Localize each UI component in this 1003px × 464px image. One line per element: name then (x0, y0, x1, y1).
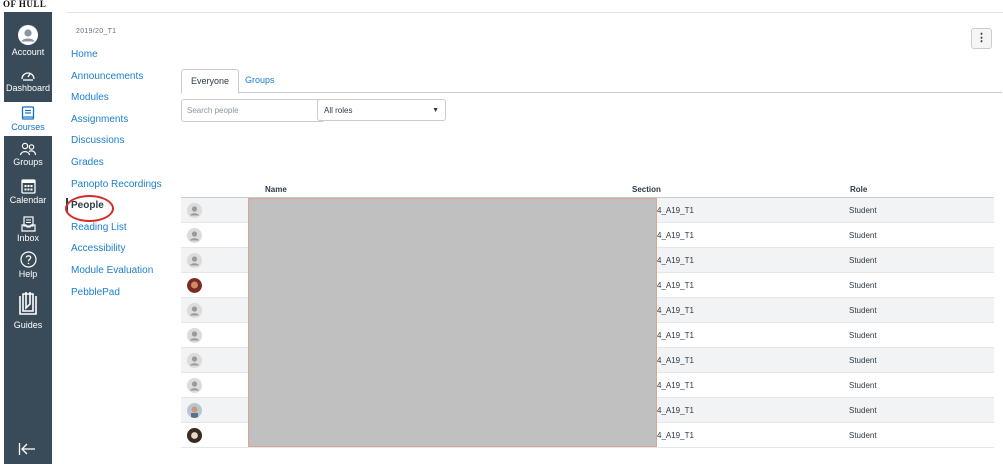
roles-select-value: All roles (324, 106, 353, 115)
course-navigation: Home Announcements Modules Assignments D… (66, 48, 162, 308)
kebab-menu-icon: ⋮ (976, 32, 987, 44)
guides-icon (19, 292, 37, 315)
section-cell: 4_A19_T1 (657, 306, 694, 315)
highlight-circle-annotation (65, 195, 114, 222)
role-cell: Student (849, 356, 877, 365)
global-nav-label: Account (11, 47, 45, 57)
default-avatar-icon[interactable] (187, 253, 202, 268)
course-nav-discussions[interactable]: Discussions (71, 134, 162, 156)
section-cell: 4_A19_T1 (657, 356, 694, 365)
role-cell: Student (849, 331, 877, 340)
column-header-section[interactable]: Section (632, 185, 661, 194)
role-cell: Student (849, 406, 877, 415)
section-cell: 4_A19_T1 (657, 231, 694, 240)
institution-logo: OF HULL (3, 0, 47, 9)
global-nav-guides[interactable]: Guides (4, 290, 52, 330)
course-nav-grades[interactable]: Grades (71, 156, 162, 178)
global-nav-label: Dashboard (5, 83, 51, 93)
tab-everyone[interactable]: Everyone (181, 69, 240, 94)
global-nav-account[interactable]: Account (4, 24, 52, 57)
course-nav-module-evaluation[interactable]: Module Evaluation (71, 264, 162, 286)
search-people-input[interactable] (181, 99, 325, 122)
course-nav-modules[interactable]: Modules (71, 91, 162, 113)
role-cell: Student (849, 281, 877, 290)
section-cell: 4_A19_T1 (657, 281, 694, 290)
dashboard-icon (21, 72, 35, 81)
course-nav-assignments[interactable]: Assignments (71, 113, 162, 135)
global-nav-help[interactable]: Help (4, 251, 52, 279)
global-nav-calendar[interactable]: Calendar (4, 178, 52, 205)
global-navigation: Account Dashboard Courses Groups Calenda… (4, 12, 52, 464)
section-cell: 4_A19_T1 (657, 431, 694, 440)
column-header-role[interactable]: Role (850, 185, 867, 194)
global-nav-label: Help (18, 269, 38, 279)
chevron-down-icon: ▼ (432, 107, 439, 114)
avatar-photo[interactable] (187, 403, 202, 418)
calendar-icon (20, 179, 36, 194)
course-nav-home[interactable]: Home (71, 48, 162, 70)
course-code: 2019/20_T1 (76, 28, 117, 35)
role-cell: Student (849, 381, 877, 390)
default-avatar-icon[interactable] (187, 378, 202, 393)
global-nav-inbox[interactable]: Inbox (4, 216, 52, 243)
default-avatar-icon[interactable] (187, 328, 202, 343)
account-icon (18, 25, 38, 45)
redaction-block (248, 198, 657, 447)
more-options-button[interactable]: ⋮ (971, 28, 992, 49)
inbox-icon (20, 216, 36, 232)
role-cell: Student (849, 231, 877, 240)
people-tabs: Everyone Groups (181, 69, 1002, 94)
global-nav-label: Courses (11, 122, 45, 132)
section-cell: 4_A19_T1 (657, 406, 694, 415)
global-nav-dashboard[interactable]: Dashboard (4, 68, 52, 93)
default-avatar-icon[interactable] (187, 228, 202, 243)
default-avatar-icon[interactable] (187, 303, 202, 318)
role-cell: Student (849, 306, 877, 315)
column-header-name[interactable]: Name (265, 185, 287, 194)
role-cell: Student (849, 256, 877, 265)
avatar-photo[interactable] (187, 428, 202, 443)
section-cell: 4_A19_T1 (657, 206, 694, 215)
global-nav-courses[interactable]: Courses (4, 102, 52, 136)
global-nav-label: Calendar (9, 195, 47, 205)
help-icon (19, 251, 37, 268)
section-cell: 4_A19_T1 (657, 331, 694, 340)
global-nav-label: Inbox (16, 233, 40, 243)
default-avatar-icon[interactable] (187, 203, 202, 218)
header-divider (66, 12, 1003, 13)
role-cell: Student (849, 431, 877, 440)
global-nav-label: Groups (13, 157, 43, 167)
courses-icon (21, 106, 35, 120)
default-avatar-icon[interactable] (187, 353, 202, 368)
groups-icon (19, 142, 37, 156)
course-nav-pebblepad[interactable]: PebblePad (71, 286, 162, 308)
role-cell: Student (849, 206, 877, 215)
section-cell: 4_A19_T1 (657, 256, 694, 265)
course-nav-accessibility[interactable]: Accessibility (71, 242, 162, 264)
global-nav-label: Guides (13, 320, 43, 330)
section-cell: 4_A19_T1 (657, 381, 694, 390)
avatar-photo[interactable] (187, 278, 202, 293)
global-nav-groups[interactable]: Groups (4, 142, 52, 167)
course-nav-reading-list[interactable]: Reading List (71, 221, 162, 243)
collapse-nav-icon[interactable] (18, 442, 36, 456)
course-nav-announcements[interactable]: Announcements (71, 70, 162, 92)
roles-select[interactable]: All roles ▼ (317, 99, 446, 121)
tab-groups[interactable]: Groups (236, 69, 284, 91)
